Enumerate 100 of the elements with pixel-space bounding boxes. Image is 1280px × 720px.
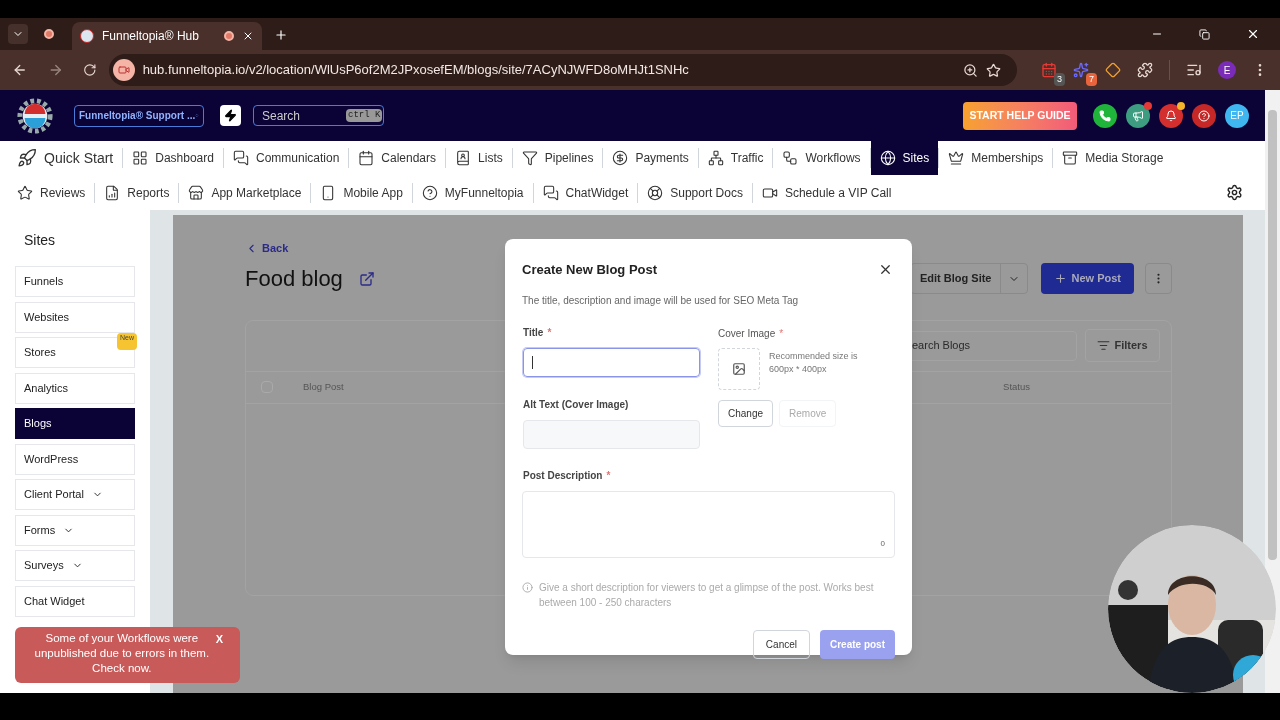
store-icon <box>188 184 205 201</box>
restore-icon[interactable] <box>1199 28 1210 40</box>
nav-tab[interactable]: Mobile App <box>311 175 412 210</box>
image-icon <box>732 361 746 376</box>
sparkle-icon[interactable] <box>1073 62 1089 78</box>
address-bar[interactable]: hub.funneltopia.io/v2/location/WlUsP6of2M2JPxosefEM/blogs/site/7ACyNJWFD8oMHJt1SNHc <box>108 54 1017 86</box>
funnel-icon <box>521 150 538 166</box>
nav-tab[interactable]: Pipelines <box>512 141 603 175</box>
nav-tab[interactable]: Traffic <box>698 141 773 175</box>
header-action-button[interactable] <box>1093 103 1117 128</box>
coin-icon <box>612 150 629 166</box>
sidebar-item[interactable]: WordPress <box>15 443 135 475</box>
workflow-icon <box>782 150 799 166</box>
sidebar-item[interactable]: Forms <box>15 514 135 546</box>
toast-message: Some of your Workflows were unpublished due to errors in them. Check now. <box>33 631 211 676</box>
extensions-icon[interactable] <box>1137 62 1153 78</box>
header-action-button[interactable] <box>1126 103 1150 128</box>
character-counter: 0 <box>880 537 885 550</box>
alt-text-field[interactable] <box>523 419 700 449</box>
field-label: Post Description * <box>523 467 612 483</box>
help-icon <box>1198 109 1210 122</box>
reload-icon[interactable] <box>83 63 97 77</box>
column-header: Blog Post <box>303 379 344 394</box>
nav-tab[interactable]: Sites <box>870 141 939 175</box>
rocket-icon <box>17 148 37 168</box>
nav-tab[interactable]: Memberships <box>939 141 1053 175</box>
nav-tab[interactable]: Schedule a VIP Call <box>752 175 901 210</box>
account-switcher[interactable]: Funneltopia® Support ... <box>74 104 204 127</box>
nav-tab[interactable]: Reports <box>95 175 179 210</box>
toast-close[interactable]: X <box>215 631 224 648</box>
nav-tab[interactable]: ChatWidget <box>533 175 638 210</box>
nav-tab[interactable]: Dashboard <box>123 141 223 175</box>
close-icon[interactable] <box>242 30 254 42</box>
field-label: Title * <box>523 324 553 340</box>
network-icon <box>707 150 724 166</box>
header-action-button[interactable] <box>1159 103 1183 128</box>
chat-icon <box>232 150 249 166</box>
error-toast[interactable]: Some of your Workflows were unpublished due to errors in them. Check now. X <box>15 627 240 683</box>
filter-icon <box>1097 339 1111 352</box>
text-cursor-icon <box>532 355 533 369</box>
logo-icon <box>16 96 54 135</box>
nav-tab[interactable]: Workflows <box>773 141 870 175</box>
cancel-button[interactable]: Cancel <box>752 629 810 659</box>
calendar-icon[interactable] <box>1041 62 1057 78</box>
settings-icon[interactable] <box>1226 184 1243 201</box>
sidebar-item[interactable]: Client Portal <box>15 479 135 510</box>
external-link-icon[interactable] <box>358 270 375 287</box>
back-link[interactable]: Back <box>245 240 1172 257</box>
sidebar-item[interactable]: Funnels <box>15 266 135 297</box>
new-tab-icon[interactable] <box>274 28 288 42</box>
dashboard-icon <box>132 150 149 166</box>
cover-image-button[interactable]: Change <box>718 399 774 427</box>
description-hint: Give a short description for viewers to get a glimpse of the post. Works best between 100 - 250 characters <box>539 580 875 610</box>
archive-icon <box>1062 150 1079 166</box>
nav-tab[interactable]: Calendars <box>349 141 446 175</box>
sidebar-item[interactable]: Analytics <box>15 372 135 404</box>
nav-tab[interactable]: Reviews <box>8 175 95 210</box>
quick-action-button[interactable] <box>220 105 241 126</box>
tab-list-button[interactable] <box>8 24 28 44</box>
sidebar-item[interactable]: Surveys <box>15 550 135 581</box>
description-field[interactable]: 0 <box>522 490 895 558</box>
search-input[interactable]: Search <box>262 106 342 125</box>
sidebar-title: Sites <box>23 231 57 250</box>
favicon-icon <box>80 29 94 43</box>
header-action-button[interactable] <box>1192 103 1216 128</box>
nav-tab[interactable]: Quick Start <box>8 141 123 175</box>
lifebuoy-icon <box>647 184 664 201</box>
required-mark: * <box>547 325 552 340</box>
search-field[interactable]: Search ctrl K <box>253 105 384 126</box>
nav-tab[interactable]: MyFunneltopia <box>412 175 533 210</box>
zoom-icon[interactable] <box>963 62 978 78</box>
nav-tab[interactable]: Lists <box>446 141 512 175</box>
chat-icon <box>542 184 559 201</box>
lightning-icon <box>224 109 237 122</box>
browser-tab[interactable]: Funneltopia® Hub <box>72 22 262 50</box>
nav-tab[interactable]: Support Docs <box>638 175 752 210</box>
nav-tab[interactable]: Media Storage <box>1053 141 1173 175</box>
sidebar-item[interactable]: Blogs <box>15 408 135 439</box>
cover-image-hint: Recommended size is 600px * 400px <box>769 349 859 376</box>
profile-avatar[interactable]: E <box>1218 61 1236 79</box>
title-field[interactable] <box>523 347 700 377</box>
filters-button[interactable]: Filters <box>1085 329 1160 362</box>
info-icon <box>522 581 533 593</box>
back-icon[interactable] <box>12 62 28 78</box>
sidebar-item[interactable]: Chat Widget <box>15 585 135 617</box>
close-icon[interactable] <box>1246 27 1260 41</box>
media-icon[interactable] <box>1186 62 1202 78</box>
nav-tab[interactable]: Payments <box>603 141 698 175</box>
sidebar-item[interactable]: Websites <box>15 301 135 333</box>
megaphone-icon <box>1132 109 1144 122</box>
new-post-button[interactable]: New Post <box>1041 263 1134 294</box>
nav-tab[interactable]: Communication <box>223 141 349 175</box>
diamond-icon[interactable] <box>1105 62 1121 78</box>
record-icon <box>224 31 234 41</box>
search-blogs-input[interactable]: earch Blogs <box>906 337 1076 354</box>
image-dropzone[interactable] <box>718 347 760 390</box>
nav-tab[interactable]: App Marketplace <box>179 175 311 210</box>
report-icon <box>104 184 121 201</box>
plus-icon <box>1054 272 1068 285</box>
bookmark-star-icon[interactable] <box>986 62 1001 78</box>
